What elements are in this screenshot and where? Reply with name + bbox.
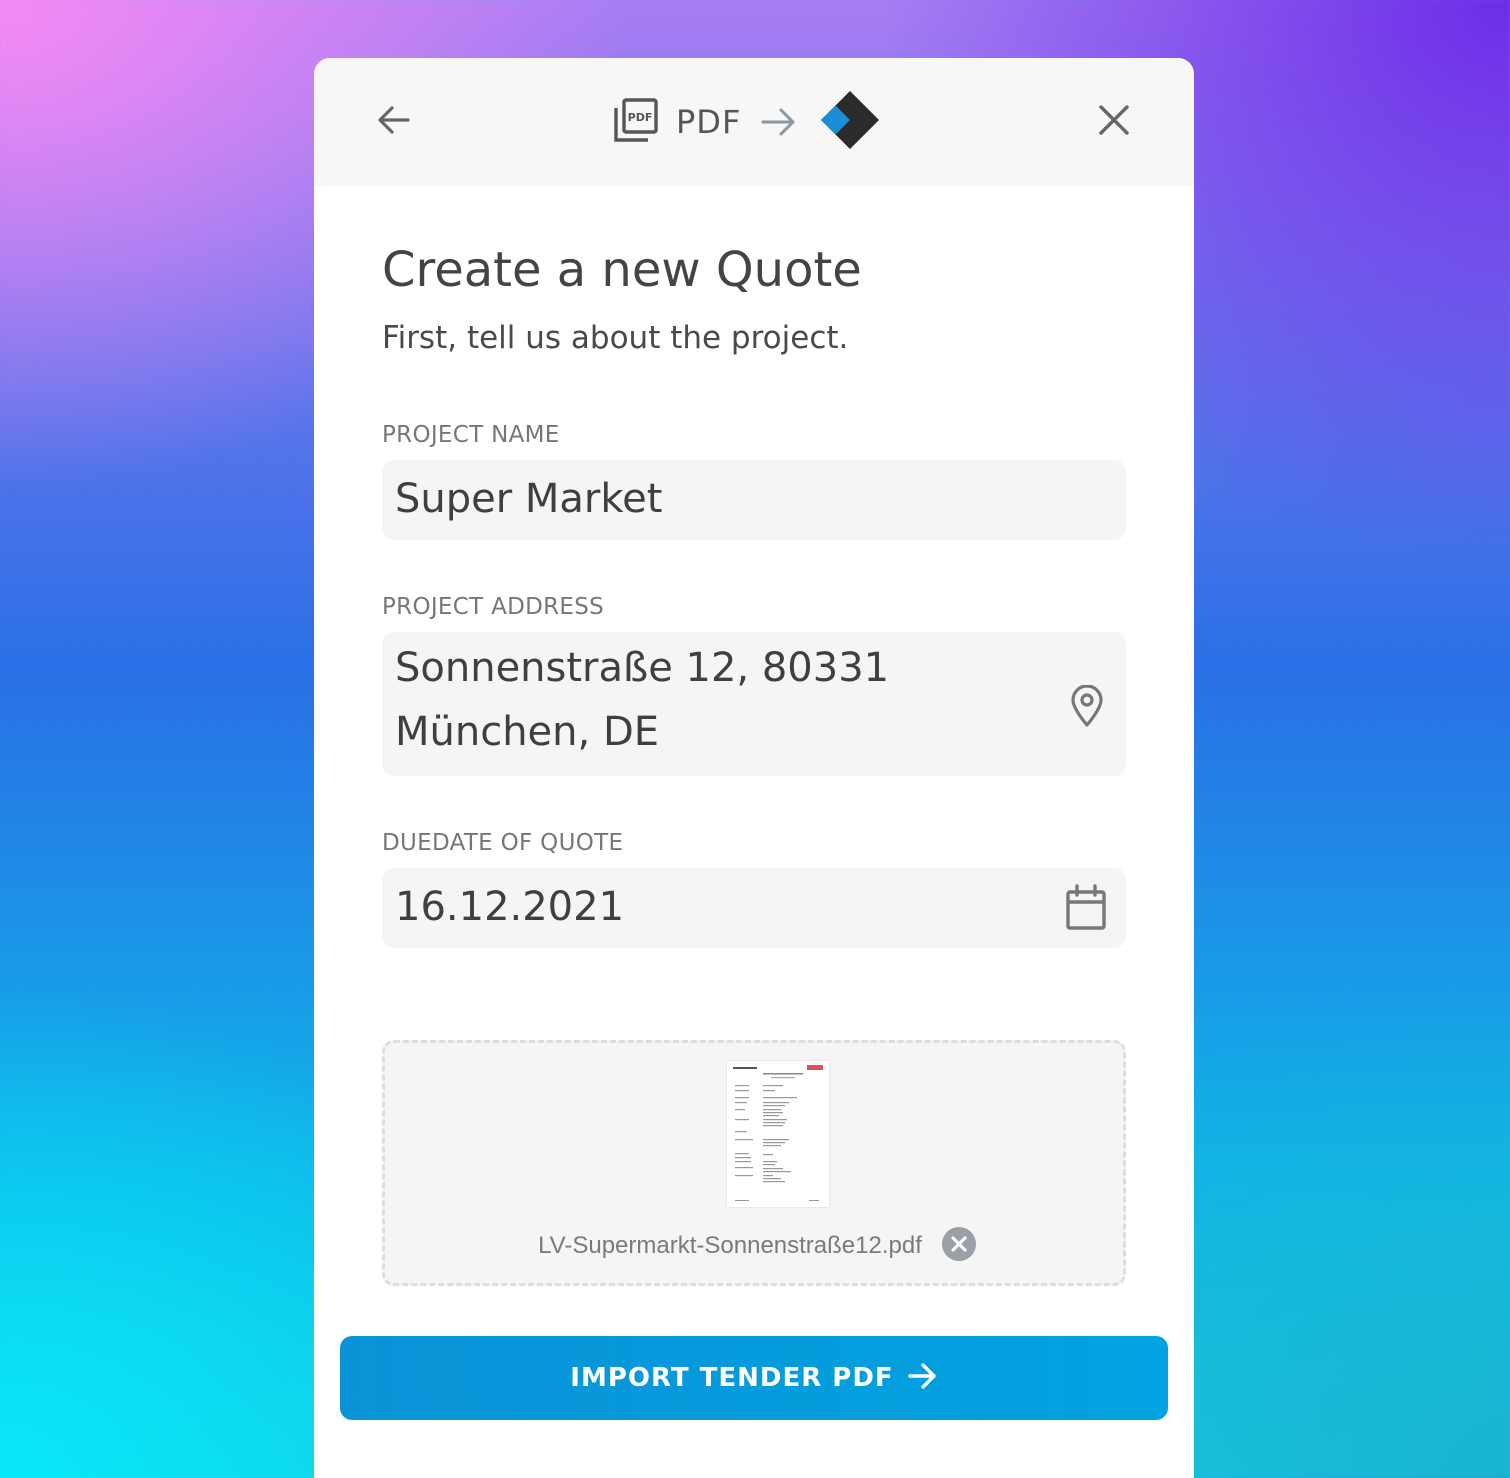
pdf-thumbnail (727, 1061, 829, 1207)
map-pin-icon[interactable] (1070, 682, 1104, 746)
arrow-right-icon (761, 107, 797, 137)
import-tender-pdf-button[interactable]: IMPORT TENDER PDF (340, 1336, 1168, 1420)
close-button[interactable] (1090, 98, 1138, 146)
due-date-value: 16.12.2021 (395, 884, 625, 930)
due-date-label: DUEDATE OF QUOTE (382, 830, 624, 856)
pdf-stack-icon: PDF (614, 98, 658, 146)
pdf-dropzone[interactable]: LV-Supermarkt-Sonnenstraße12.pdf (382, 1040, 1126, 1286)
back-button[interactable] (370, 98, 418, 146)
svg-text:PDF: PDF (628, 111, 653, 124)
project-address-input[interactable]: Sonnenstraße 12, 80331 München, DE (382, 632, 1126, 776)
project-address-line2: München, DE (395, 709, 660, 755)
due-date-input[interactable]: 16.12.2021 (382, 868, 1126, 948)
close-icon (1096, 102, 1132, 142)
arrow-right-icon (908, 1362, 938, 1394)
uploaded-file-name: LV-Supermarkt-Sonnenstraße12.pdf (538, 1232, 922, 1259)
quote-dialog: PDF PDF Create a new Quote First, tell u… (314, 58, 1194, 1478)
project-address-label: PROJECT ADDRESS (382, 594, 605, 620)
project-name-input[interactable]: Super Market (382, 460, 1126, 540)
remove-file-button[interactable] (941, 1227, 976, 1265)
project-address-line1: Sonnenstraße 12, 80331 (395, 645, 890, 691)
import-flow-indicator: PDF PDF (614, 88, 881, 156)
dialog-header: PDF PDF (314, 58, 1194, 186)
calendar-icon[interactable] (1064, 884, 1108, 942)
page-title: Create a new Quote (382, 242, 862, 298)
source-format-label: PDF (676, 103, 742, 141)
import-button-label: IMPORT TENDER PDF (570, 1363, 894, 1393)
project-name-label: PROJECT NAME (382, 422, 560, 448)
project-name-value: Super Market (395, 476, 663, 522)
app-logo-diamond-icon (819, 89, 881, 155)
page-subtitle: First, tell us about the project. (382, 320, 849, 356)
arrow-left-icon (374, 100, 414, 144)
remove-circle-icon (941, 1227, 976, 1265)
uploaded-file-row: LV-Supermarkt-Sonnenstraße12.pdf (385, 1227, 1129, 1265)
